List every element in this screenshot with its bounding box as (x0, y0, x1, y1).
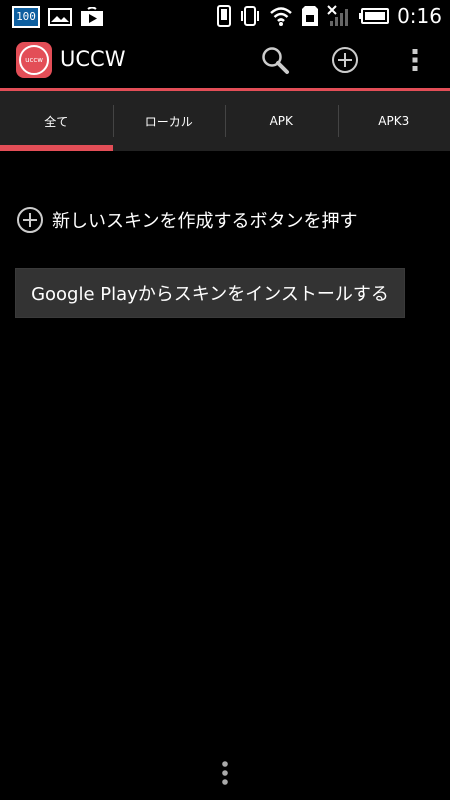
create-skin-hint: 新しいスキンを作成するボタンを押す (16, 206, 357, 234)
vibrate-icon (241, 6, 260, 26)
tab-label: 全て (44, 114, 69, 129)
tab-bar: 全て ローカル APK APK3 (0, 91, 450, 151)
sim-icon (302, 6, 319, 26)
phone-icon (217, 5, 232, 27)
battery-icon (359, 8, 390, 24)
tab-all[interactable]: 全て (0, 91, 113, 151)
search-icon (262, 47, 289, 74)
app-logo: uccw (16, 42, 52, 78)
image-icon (48, 8, 72, 26)
overflow-menu-icon (222, 761, 228, 785)
no-signal-icon (327, 5, 349, 26)
app-bar: uccw UCCW (0, 32, 450, 88)
app-title: UCCW (60, 47, 126, 71)
tab-label: APK (269, 114, 293, 128)
install-from-google-play-button[interactable]: Google Playからスキンをインストールする (15, 268, 405, 318)
bottom-menu-button[interactable] (215, 758, 235, 788)
add-skin-button[interactable] (328, 43, 362, 77)
app-logo-text: uccw (19, 45, 49, 75)
overflow-menu-icon (412, 49, 418, 71)
tab-local[interactable]: ローカル (112, 91, 226, 151)
sdcard-badge-icon: 100 (12, 6, 40, 28)
clock: 0:16 (397, 4, 442, 28)
tab-apk3[interactable]: APK3 (337, 91, 450, 151)
tab-label: ローカル (144, 114, 193, 129)
wifi-icon (270, 7, 292, 26)
play-store-icon (81, 7, 103, 26)
add-circle-icon (17, 207, 43, 233)
tab-label: APK3 (378, 114, 410, 128)
overflow-menu-button[interactable] (398, 43, 432, 77)
tab-apk[interactable]: APK (225, 91, 338, 151)
status-bar: 100 0:16 (0, 0, 450, 32)
create-skin-text: 新しいスキンを作成するボタンを押す (52, 211, 358, 232)
add-icon (332, 47, 358, 73)
search-button[interactable] (258, 43, 292, 77)
